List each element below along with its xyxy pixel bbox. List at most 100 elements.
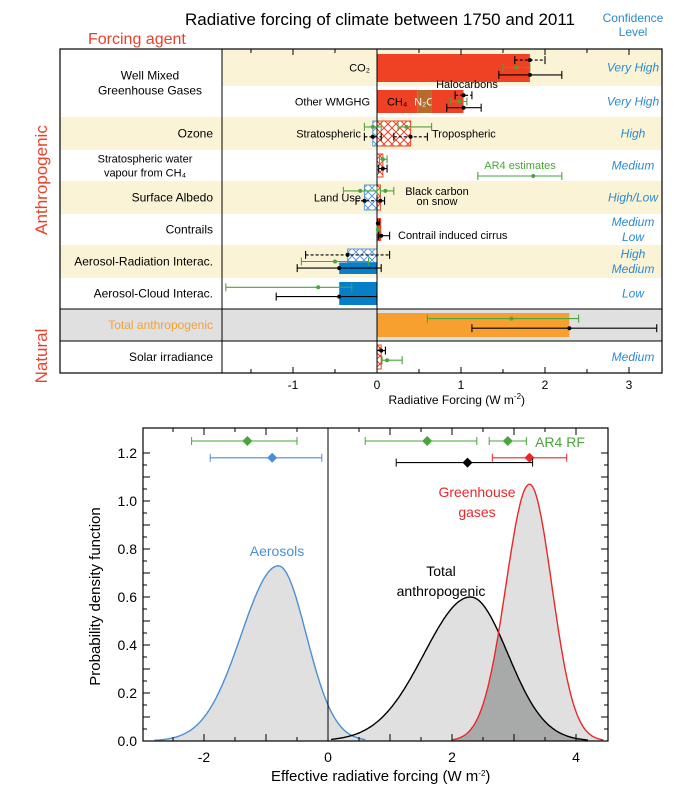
category-label: Stratospheric water [98,154,193,166]
ar4-rf-label: AR4 RF [535,434,585,450]
confidence-level: Medium [612,215,655,229]
error-bar-point [379,233,384,238]
y-axis-label: Probability density function [87,507,104,685]
series-label-total: Total [426,563,456,579]
figure: Radiative forcing of climate between 175… [0,0,680,789]
error-bar-point [370,124,375,129]
error-bar-point [380,157,385,162]
forcing-bar-hatched [363,184,378,211]
x-tick-label: 2 [542,378,549,392]
category-label: Total anthropogenic [108,318,213,332]
radiative-forcing-figure: Radiative forcing of climate between 175… [32,10,664,785]
chart-title: Radiative forcing of climate between 175… [185,10,575,29]
confidence-level: High [621,247,646,261]
confidence-level: Medium [612,262,655,276]
confidence-level: Medium [612,350,655,364]
error-bar-point [379,348,384,353]
y-tick-label: 0.0 [118,733,138,749]
error-bar-point [385,358,390,363]
confidence-header-line1: Confidence [603,11,664,25]
error-bar-point [378,198,383,203]
sublabel: Other WMGHG [295,97,370,109]
error-bar-point [337,266,342,271]
category-label: Aerosol-Radiation Interac. [74,255,213,269]
group-label-anthropogenic: Anthropogenic [32,125,51,235]
y-tick-label: 0.8 [118,541,138,557]
y-tick-label: 0.6 [118,589,138,605]
x-axis-label: Radiative Forcing (W m-2) [389,392,526,407]
category-label: Aerosol-Cloud Interac. [94,287,213,301]
x-axis-label: Effective radiative forcing (W m-2) [271,768,490,785]
x-tick-label: 4 [572,749,580,765]
forcing-bar [377,313,570,337]
error-bar-point [461,105,466,110]
range-diamond [462,457,473,468]
error-bar-point [461,93,466,98]
x-tick-label: -1 [288,378,299,392]
bar-label: CH₄ [387,97,408,109]
error-bar-point [333,259,337,264]
error-bar-point [527,72,532,77]
sublabel-right: on snow [417,196,458,208]
y-tick-label: 0.2 [118,685,138,701]
confidence-header-line2: Level [619,25,648,39]
row-background [222,245,662,278]
forcing-bar-hatched [376,344,382,370]
ar4-legend-label: AR4 estimates [484,160,556,172]
x-tick-label: -2 [198,749,211,765]
category-label: vapour from CH₄ [104,168,187,180]
range-diamond [242,436,253,446]
y-tick-label: 1.2 [118,445,138,461]
error-bar-point [337,294,342,299]
confidence-level: Very High [607,95,660,109]
category-label: Well Mixed [121,69,179,83]
error-bar-point [362,198,367,203]
error-bar-point [567,326,572,331]
series-label-aerosols: Aerosols [250,543,304,559]
x-tick-label: 0 [324,749,332,765]
error-bar-point [404,124,409,129]
forcing-agent-header: Forcing agent [88,31,186,48]
x-tick-label: 1 [458,378,465,392]
error-bar-point [375,221,380,226]
error-bar-point [316,285,321,290]
error-bar-point [527,58,532,63]
category-label: Ozone [178,127,214,141]
category-label: Surface Albedo [132,191,214,205]
error-bar-point [457,99,462,104]
error-bar-point [375,227,380,232]
sublabel: Stratospheric [296,129,361,141]
forcing-bar-hatched [347,248,378,263]
sublabel: CO₂ [349,63,370,75]
x-tick-label: 2 [448,749,456,765]
category-label: Contrails [166,223,213,237]
y-tick-label: 0.4 [118,637,138,653]
confidence-level: Low [622,230,645,244]
error-bar-point [380,166,385,171]
series-label-total: anthropogenic [397,583,486,599]
sublabel-right: Tropospheric [432,129,496,141]
series-label-ghg: gases [458,504,495,520]
range-diamond [422,436,433,446]
x-tick-label: 3 [626,378,633,392]
forcing-bar [339,282,377,305]
error-bar-point [345,252,350,257]
forcing-bar-hatched [372,120,378,147]
range-diamond [267,452,278,463]
sublabel-right: Contrail induced cirrus [398,230,508,242]
error-bar-point [531,174,536,178]
confidence-level: Medium [612,159,655,173]
confidence-level: High/Low [608,191,659,205]
bar-label: Halocarbons [436,79,498,91]
category-label: Solar irradiance [129,350,213,364]
category-label: Greenhouse Gases [98,84,202,98]
group-label-natural: Natural [32,329,51,384]
series-label-ghg: Greenhouse [438,484,515,500]
range-diamond [502,436,513,446]
error-bar-point [383,188,388,193]
confidence-level: Very High [607,61,660,75]
error-bar-point [370,134,375,139]
confidence-level: High [621,127,646,141]
error-bar-point [514,65,519,70]
confidence-level: Low [622,287,645,301]
